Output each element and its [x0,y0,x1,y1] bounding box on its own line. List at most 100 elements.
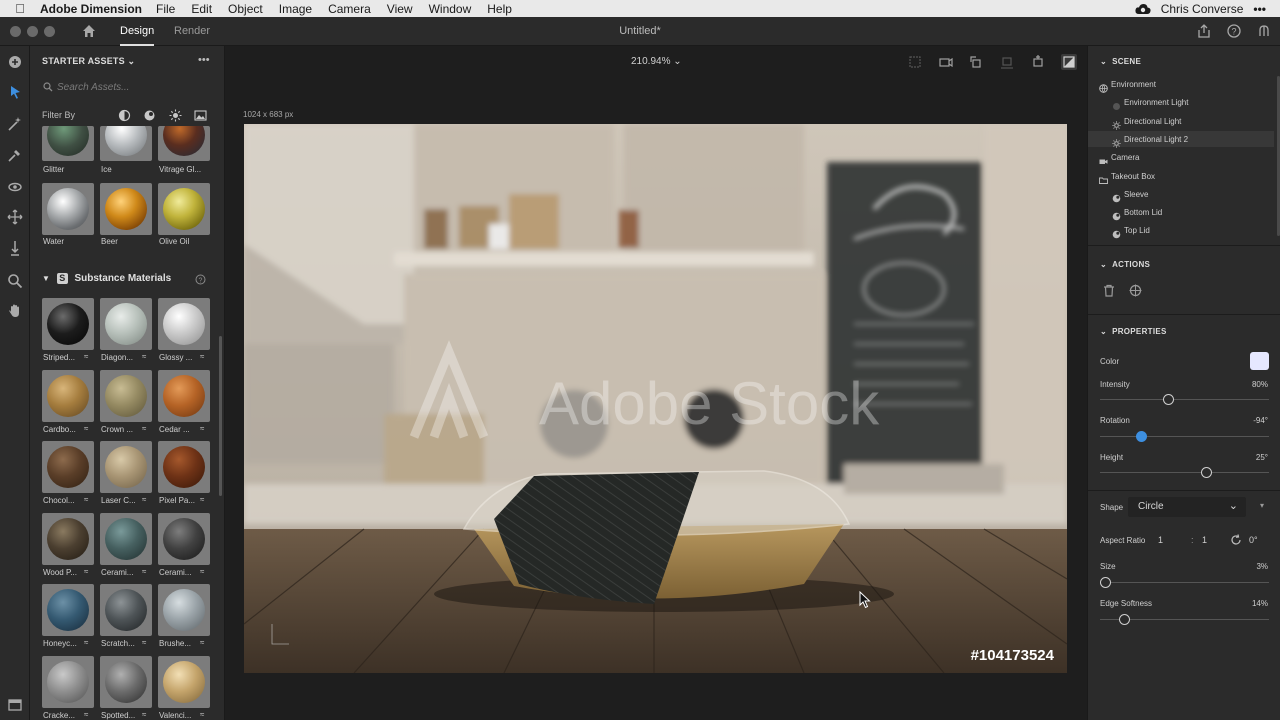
search-assets-field[interactable]: Search Assets... [40,79,216,97]
substance-parameters-icon[interactable]: ≈ [200,638,204,647]
more-menu-icon[interactable]: ••• [1253,2,1266,16]
substance-material-swatch[interactable] [42,298,94,350]
substance-material-swatch[interactable] [158,369,210,422]
substance-parameters-icon[interactable]: ≈ [142,352,146,361]
substance-parameters-icon[interactable]: ≈ [200,710,204,719]
help-icon[interactable]: ? [1226,23,1242,39]
menu-view[interactable]: View [387,2,413,16]
tab-design[interactable]: Design [120,17,155,46]
app-name-menu[interactable]: Adobe Dimension [40,2,142,16]
substance-parameters-icon[interactable]: ≈ [84,495,88,504]
substance-material-swatch[interactable] [100,441,152,493]
height-value[interactable]: 25° [1256,453,1268,462]
scene-section-header[interactable]: ⌄ SCENE [1100,57,1141,66]
actions-section-header[interactable]: ⌄ ACTIONS [1100,260,1150,269]
material-water[interactable] [42,183,94,235]
substance-material-swatch[interactable] [42,441,94,493]
substance-parameters-icon[interactable]: ≈ [142,567,146,576]
orbit-camera-icon[interactable] [6,178,24,196]
substance-material-swatch[interactable] [42,655,94,708]
scene-item[interactable]: Sleeve [1124,190,1148,199]
drop-to-ground-icon[interactable] [999,54,1015,70]
render-preview-icon[interactable] [1061,54,1077,70]
substance-material-swatch[interactable] [100,369,152,422]
substance-parameters-icon[interactable]: ≈ [142,638,146,647]
window-zoom-button[interactable] [44,26,55,37]
substance-parameters-icon[interactable]: ≈ [142,495,146,504]
height-slider-knob[interactable] [1201,467,1213,478]
edge-softness-value[interactable]: 14% [1252,599,1268,608]
substance-material-swatch[interactable] [158,512,210,565]
scene-item[interactable]: Environment [1111,80,1156,89]
scene-item[interactable]: Camera [1111,153,1139,162]
render-viewport[interactable]: Adobe Stock #104173524 [244,124,1067,673]
pan-camera-icon[interactable] [6,208,24,226]
share-icon[interactable] [1196,23,1212,39]
rotation-slider-knob[interactable] [1135,431,1147,442]
substance-material-swatch[interactable] [100,655,152,708]
intensity-value[interactable]: 80% [1252,380,1268,389]
substance-parameters-icon[interactable]: ≈ [200,424,204,433]
window-close-button[interactable] [10,26,21,37]
substance-parameters-icon[interactable]: ≈ [142,710,146,719]
scene-item[interactable]: Environment Light [1124,98,1188,107]
substance-material-swatch[interactable] [42,512,94,565]
substance-parameters-icon[interactable]: ≈ [84,638,88,647]
window-minimize-button[interactable] [27,26,38,37]
shape-options-icon[interactable]: ▾ [1260,501,1264,510]
rotation-slider[interactable] [1100,431,1269,442]
scene-item[interactable]: Bottom Lid [1124,208,1162,217]
substance-parameters-icon[interactable]: ≈ [200,567,204,576]
substance-material-swatch[interactable] [100,298,152,350]
align-object-icon[interactable] [1030,54,1046,70]
height-slider[interactable] [1100,467,1269,478]
learn-icon[interactable] [1256,23,1272,39]
substance-parameters-icon[interactable]: ≈ [84,352,88,361]
material-ice[interactable] [100,126,152,161]
delete-icon[interactable] [1103,284,1115,297]
creative-cloud-icon[interactable] [1135,3,1151,15]
menu-file[interactable]: File [156,2,175,16]
substance-parameters-icon[interactable]: ≈ [200,352,204,361]
edge-softness-slider[interactable] [1100,614,1269,625]
substance-material-swatch[interactable] [158,441,210,493]
substance-material-swatch[interactable] [158,298,210,350]
substance-material-swatch[interactable] [42,369,94,422]
intensity-slider-knob[interactable] [1162,394,1174,405]
shape-dropdown[interactable]: Circle ⌄ [1128,497,1246,517]
starter-assets-dropdown[interactable]: STARTER ASSETS ⌄ [42,56,135,67]
rotate-reset-icon[interactable] [1230,534,1242,546]
assets-scrollbar[interactable] [219,336,222,496]
menu-window[interactable]: Window [429,2,472,16]
zoom-tool-icon[interactable] [6,272,24,290]
panel-more-icon[interactable]: ••• [198,54,210,66]
substance-material-swatch[interactable] [100,584,152,636]
material-olive-oil[interactable] [158,183,210,235]
material-beer[interactable] [100,183,152,235]
help-circle-icon[interactable]: ? [195,274,206,285]
material-glitter[interactable] [42,126,94,161]
menu-image[interactable]: Image [279,2,312,16]
color-swatch[interactable] [1250,352,1269,370]
undo-view-icon[interactable] [968,54,984,70]
substance-materials-header[interactable]: ▼ S Substance Materials [42,273,171,284]
substance-parameters-icon[interactable]: ≈ [84,567,88,576]
aspect-width-field[interactable]: 1 [1158,535,1163,545]
panel-toggle-icon[interactable] [6,696,24,714]
zoom-dropdown[interactable]: 210.94% ⌄ [631,56,682,67]
fit-view-icon[interactable] [907,54,923,70]
move-to-center-icon[interactable] [1129,284,1142,297]
dolly-camera-icon[interactable] [6,239,24,257]
substance-material-swatch[interactable] [42,584,94,636]
substance-parameters-icon[interactable]: ≈ [142,424,146,433]
substance-material-swatch[interactable] [158,655,210,708]
substance-material-swatch[interactable] [158,584,210,636]
camera-bookmark-icon[interactable] [938,54,954,70]
edge-softness-slider-knob[interactable] [1118,614,1130,625]
scene-item[interactable]: Takeout Box [1111,172,1155,181]
scene-item[interactable]: Top Lid [1124,226,1150,235]
menu-help[interactable]: Help [487,2,512,16]
magic-wand-icon[interactable] [6,115,24,133]
tab-render[interactable]: Render [174,17,210,46]
substance-parameters-icon[interactable]: ≈ [84,424,88,433]
